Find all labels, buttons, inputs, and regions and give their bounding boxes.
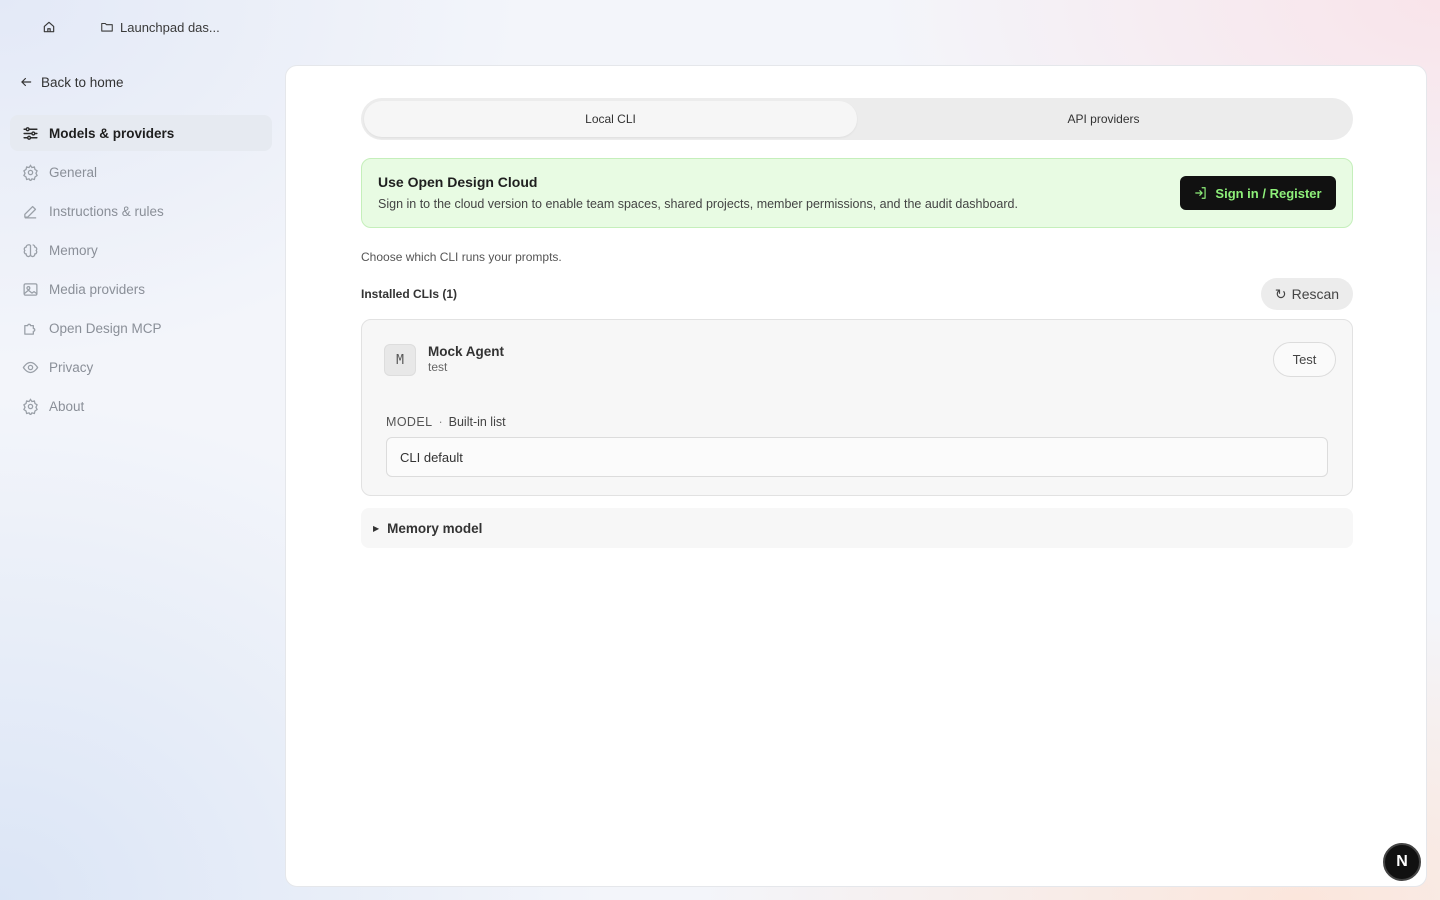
puzzle-icon <box>21 319 39 337</box>
cli-name: Mock Agent <box>428 344 505 359</box>
brain-icon <box>21 241 39 259</box>
home-button[interactable] <box>38 16 60 38</box>
sidebar-item-media-providers[interactable]: Media providers <box>10 271 272 307</box>
provider-tabs: Local CLI API providers <box>361 98 1353 140</box>
caret-right-icon: ▶ <box>373 523 380 533</box>
cloud-banner-title: Use Open Design Cloud <box>378 174 538 190</box>
sidebar-item-label: Open Design MCP <box>49 320 162 336</box>
n-avatar-button[interactable]: N <box>1383 843 1421 881</box>
image-icon <box>21 280 39 298</box>
rescan-button[interactable]: ↻ Rescan <box>1261 278 1353 310</box>
cli-avatar: M <box>384 344 416 376</box>
sidebar-item-label: About <box>49 398 85 414</box>
sign-in-register-label: Sign in / Register <box>1215 185 1322 201</box>
sidebar-item-label: Media providers <box>49 281 146 297</box>
n-avatar-label: N <box>1396 853 1408 870</box>
tab-api-providers[interactable]: API providers <box>857 101 1350 137</box>
model-separator: · <box>438 415 443 429</box>
installed-clis-heading: Installed CLIs (1) <box>361 287 458 301</box>
eye-icon <box>21 358 39 376</box>
sidebar-item-label: Privacy <box>49 359 94 375</box>
sidebar-item-models-providers[interactable]: Models & providers <box>10 115 272 151</box>
sidebar-item-about[interactable]: About <box>10 388 272 424</box>
sign-in-register-button[interactable]: Sign in / Register <box>1180 176 1336 210</box>
cloud-banner-description: Sign in to the cloud version to enable t… <box>378 197 1018 211</box>
model-source: Built-in list <box>448 415 506 429</box>
model-label: MODEL <box>386 415 433 429</box>
sidebar-item-memory[interactable]: Memory <box>10 232 272 268</box>
gear-icon <box>21 163 39 181</box>
sidebar-item-label: Instructions & rules <box>49 203 164 219</box>
model-select-value: CLI default <box>400 449 463 465</box>
sidebar-item-general[interactable]: General <box>10 154 272 190</box>
arrow-left-icon <box>21 77 32 87</box>
model-label-row: MODEL · Built-in list <box>386 415 506 429</box>
sign-in-icon <box>1195 187 1207 199</box>
gear-icon <box>21 397 39 415</box>
model-select[interactable]: CLI default <box>386 437 1328 477</box>
test-button[interactable]: Test <box>1273 342 1336 377</box>
cli-card: M Mock Agent test Test MODEL · Built-in … <box>361 319 1353 496</box>
breadcrumb-project[interactable]: Launchpad das... <box>100 17 220 37</box>
memory-model-toggle[interactable]: ▶ Memory model <box>361 508 1353 548</box>
rescan-label: Rescan <box>1291 286 1340 302</box>
sidebar-item-instructions-rules[interactable]: Instructions & rules <box>10 193 272 229</box>
cli-choose-description: Choose which CLI runs your prompts. <box>361 250 562 264</box>
back-to-home-link[interactable]: Back to home <box>19 72 124 92</box>
cli-subtitle: test <box>428 360 448 374</box>
folder-icon <box>101 22 113 32</box>
memory-model-label: Memory model <box>387 520 483 536</box>
back-to-home-label: Back to home <box>41 74 124 90</box>
sidebar-item-privacy[interactable]: Privacy <box>10 349 272 385</box>
cloud-banner: Use Open Design Cloud Sign in to the clo… <box>361 158 1353 228</box>
sidebar-item-label: Memory <box>49 242 98 258</box>
refresh-icon: ↻ <box>1274 285 1287 302</box>
tab-local-cli[interactable]: Local CLI <box>364 101 857 137</box>
settings-nav: Models & providers General Instructions … <box>10 115 272 427</box>
pencil-icon <box>21 202 39 220</box>
breadcrumb-label: Launchpad das... <box>120 19 220 35</box>
sliders-icon <box>21 124 39 142</box>
home-icon <box>43 21 55 33</box>
sidebar-item-label: General <box>49 164 98 180</box>
sidebar-item-open-design-mcp[interactable]: Open Design MCP <box>10 310 272 346</box>
sidebar-item-label: Models & providers <box>49 125 175 141</box>
settings-panel: Local CLI API providers Use Open Design … <box>285 65 1427 887</box>
